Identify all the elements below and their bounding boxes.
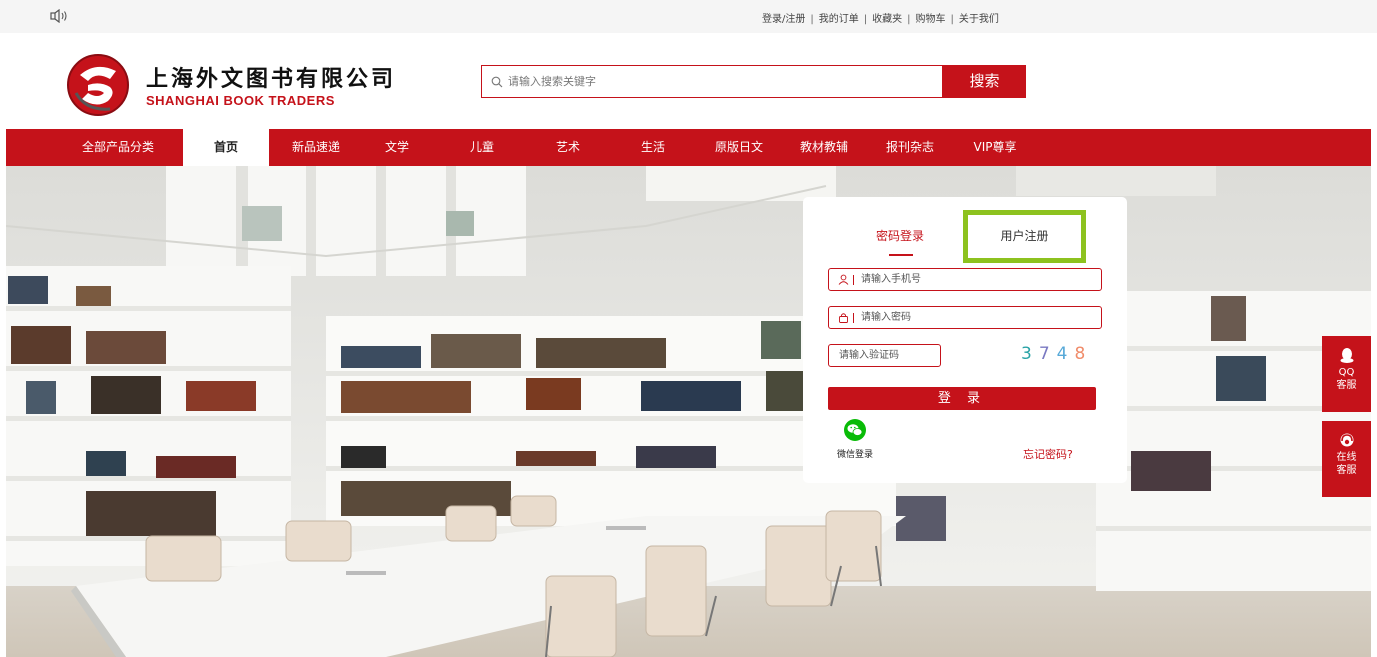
password-field [828, 306, 1102, 329]
separator: | [950, 14, 954, 25]
tab-password-login[interactable]: 密码登录 [876, 227, 924, 244]
wechat-login[interactable]: 微信登录 [837, 419, 877, 469]
nav-home[interactable]: 首页 [183, 129, 269, 166]
field-divider [853, 313, 854, 323]
captcha-field [828, 344, 941, 367]
service-label: 客服 [1336, 465, 1357, 476]
search-box [481, 65, 943, 98]
captcha-digit: 8 [1074, 344, 1093, 364]
nav-all-categories[interactable]: 全部产品分类 [58, 129, 178, 166]
wechat-icon [844, 419, 866, 441]
nav-children[interactable]: 儿童 [442, 129, 522, 166]
service-label: 客服 [1336, 380, 1357, 391]
login-button[interactable]: 登 录 [828, 387, 1096, 410]
speaker-icon[interactable] [50, 9, 70, 23]
captcha-digit: 4 [1056, 344, 1075, 364]
main-nav: 全部产品分类 首页 新品速递 文学 儿童 艺术 生活 原版日文 教材教辅 报刊杂… [6, 129, 1371, 166]
password-input[interactable] [861, 307, 1091, 328]
nav-life[interactable]: 生活 [613, 129, 693, 166]
nav-magazines[interactable]: 报刊杂志 [870, 129, 950, 166]
favorites-link[interactable]: 收藏夹 [872, 14, 902, 25]
user-icon [838, 274, 849, 285]
nav-vip[interactable]: VIP尊享 [955, 129, 1035, 166]
logo[interactable]: 上海外文图书有限公司 Shanghai Book Traders [66, 53, 393, 116]
nav-art[interactable]: 艺术 [528, 129, 608, 166]
phone-input[interactable] [861, 269, 1091, 290]
separator: | [863, 14, 868, 25]
separator: | [907, 14, 911, 25]
captcha-image[interactable]: 3748 [1021, 344, 1092, 364]
top-bar: 登录/注册 | 我的订单 | 收藏夹 | 购物车 | 关于我们 [0, 0, 1377, 33]
nav-literature[interactable]: 文学 [357, 129, 437, 166]
wechat-login-label: 微信登录 [837, 450, 874, 460]
about-us-link[interactable]: 关于我们 [959, 14, 999, 25]
tab-user-register[interactable]: 用户注册 [963, 210, 1086, 263]
qq-label: QQ [1338, 367, 1355, 378]
captcha-digit: 3 [1021, 344, 1039, 364]
captcha-digit: 7 [1038, 344, 1057, 364]
nav-textbooks[interactable]: 教材教辅 [784, 129, 864, 166]
online-label: 在线 [1336, 452, 1357, 463]
login-register-link[interactable]: 登录/注册 [762, 14, 805, 25]
qq-penguin-icon [1340, 348, 1353, 363]
forgot-password-link[interactable]: 忘记密码? [1023, 446, 1073, 462]
phone-field [828, 268, 1102, 291]
hero-banner [6, 166, 1371, 657]
top-links: 登录/注册 | 我的订单 | 收藏夹 | 购物车 | 关于我们 [762, 10, 999, 25]
nav-new-arrivals[interactable]: 新品速递 [273, 129, 359, 166]
field-divider [853, 275, 854, 285]
my-orders-link[interactable]: 我的订单 [819, 14, 859, 25]
search-icon [491, 76, 503, 88]
qq-service-button[interactable]: QQ 客服 [1322, 336, 1371, 412]
search-button[interactable]: 搜索 [943, 65, 1026, 98]
logo-english-name: Shanghai Book Traders [146, 93, 335, 108]
logo-chinese-name: 上海外文图书有限公司 [146, 66, 397, 92]
page: 登录/注册 | 我的订单 | 收藏夹 | 购物车 | 关于我们 上海外文图书有限公司 Shang… [0, 0, 1377, 657]
separator: | [810, 14, 814, 25]
headset-icon [1340, 433, 1353, 447]
nav-japanese-originals[interactable]: 原版日文 [699, 129, 779, 166]
lock-icon [839, 313, 848, 323]
header: 上海外文图书有限公司 Shanghai Book Traders 搜索 [0, 33, 1377, 129]
search-input[interactable] [508, 66, 928, 97]
login-panel: 密码登录 用户注册 3748 登 录 [803, 197, 1127, 483]
active-tab-indicator [889, 254, 913, 256]
library-illustration [6, 166, 1371, 657]
captcha-input[interactable] [839, 345, 934, 366]
logo-mark-icon [67, 54, 129, 116]
cart-link[interactable]: 购物车 [916, 14, 946, 25]
online-service-button[interactable]: 在线 客服 [1322, 421, 1371, 497]
